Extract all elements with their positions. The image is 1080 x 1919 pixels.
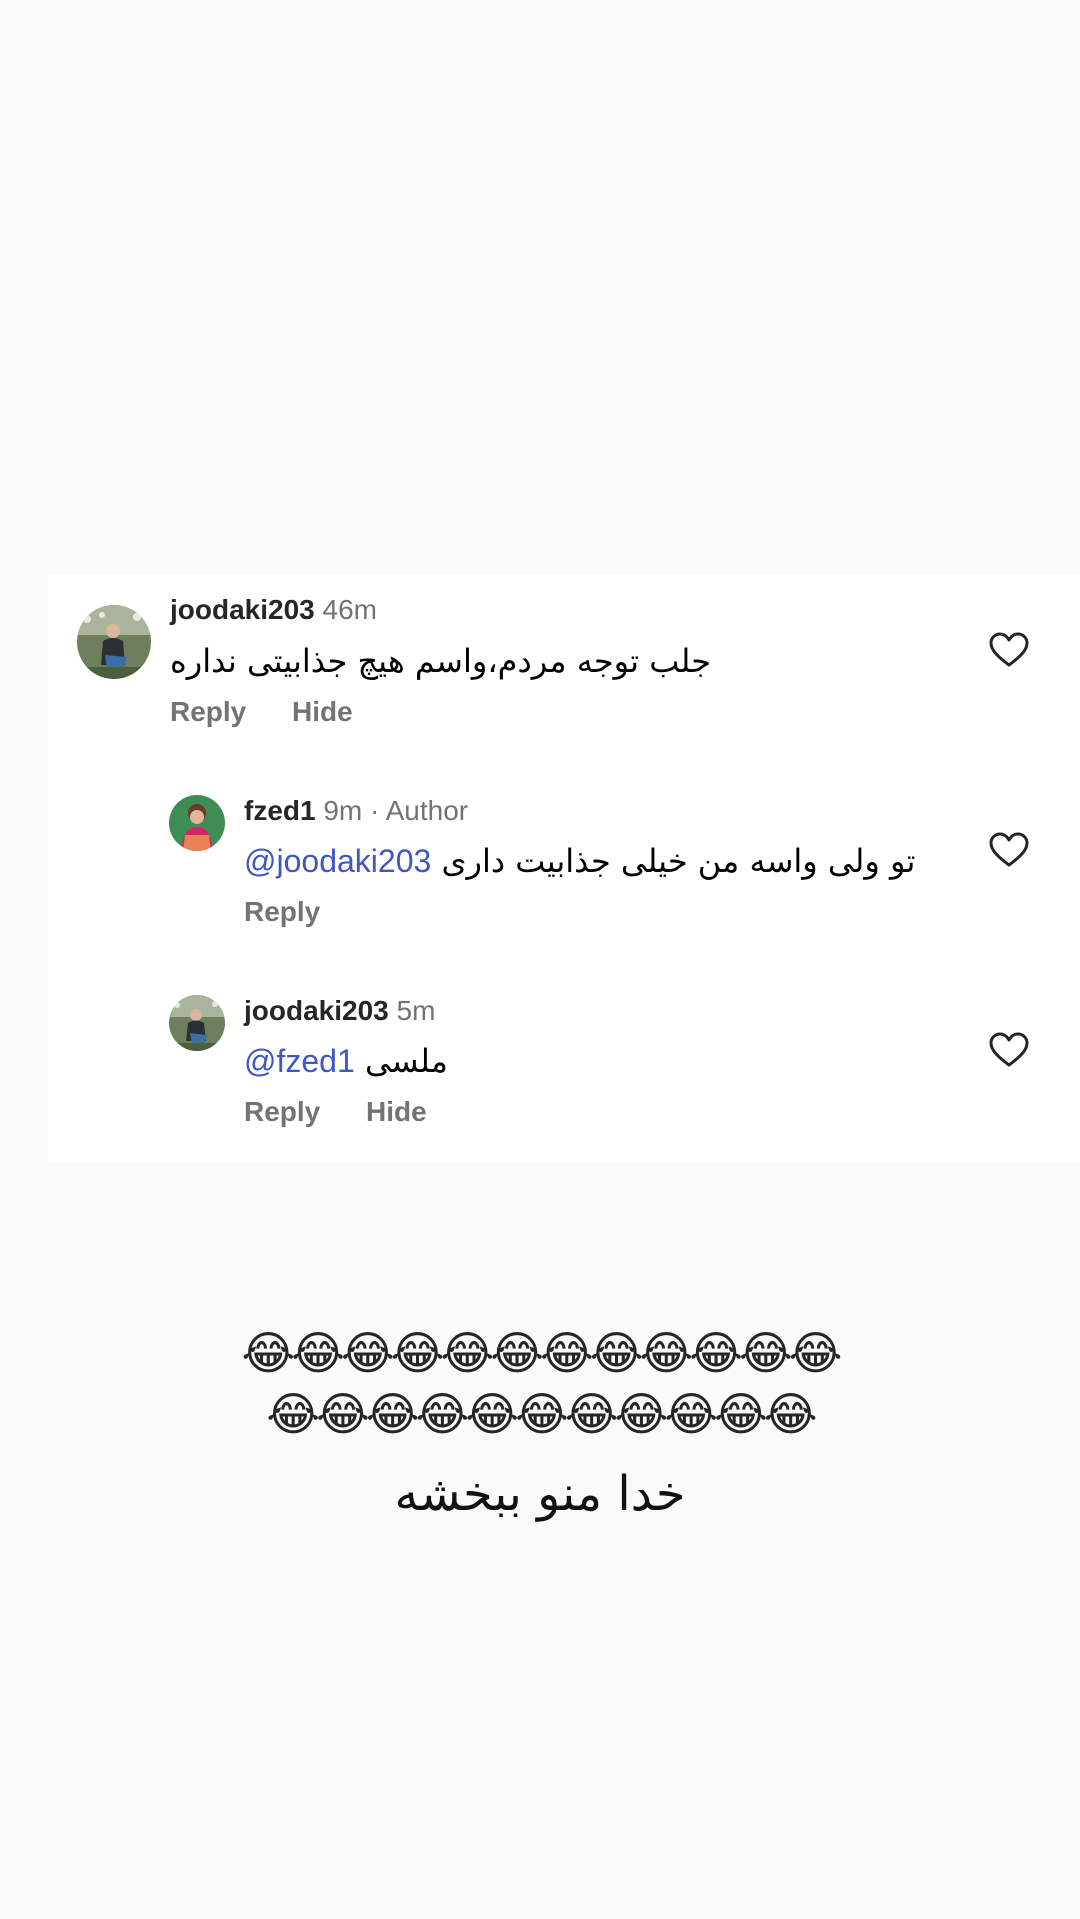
heart-outline-icon [989, 632, 1029, 667]
profile-photo-icon [77, 605, 151, 679]
profile-photo-icon [169, 995, 225, 1051]
username[interactable]: joodaki203 [244, 995, 389, 1026]
username[interactable]: fzed1 [244, 795, 316, 826]
emoji-row: 😂😂😂😂😂😂😂😂😂😂😂😂 [241, 1327, 843, 1379]
like-button[interactable] [989, 832, 1029, 868]
comment-body: جلب توجه مردم،واسم هیچ جذابیتی نداره [170, 642, 712, 680]
reply-button[interactable]: Reply [244, 1095, 320, 1129]
mention-link[interactable]: @joodaki203 [244, 843, 431, 879]
avatar[interactable] [169, 795, 225, 851]
comment-item: fzed1 9m · Author @joodaki203 تو ولی واس… [48, 775, 1080, 955]
comment-header: joodaki203 5m [244, 994, 435, 1028]
author-tag: · Author [370, 795, 469, 826]
comment-actions: Reply Hide [244, 1095, 465, 1129]
comment-header: fzed1 9m · Author [244, 794, 468, 828]
avatar[interactable] [169, 995, 225, 1051]
hide-button[interactable]: Hide [366, 1095, 427, 1129]
reply-button[interactable]: Reply [244, 895, 320, 929]
like-button[interactable] [989, 632, 1029, 668]
heart-outline-icon [989, 1032, 1029, 1067]
story-caption: خدا منو ببخشه [394, 1466, 686, 1522]
comment-actions: Reply [244, 895, 358, 929]
hide-button[interactable]: Hide [292, 695, 353, 729]
heart-outline-icon [989, 832, 1029, 867]
comment-text: @joodaki203 تو ولی واسه من خیلی جذابیت د… [244, 841, 915, 881]
comment-body: ملسی [364, 1042, 448, 1080]
timestamp: 5m [396, 995, 436, 1026]
timestamp: 9m [323, 795, 363, 826]
like-button[interactable] [989, 1032, 1029, 1068]
comment-text: @fzed1 ملسی [244, 1041, 448, 1081]
comment-body: تو ولی واسه من خیلی جذابیت داری [441, 842, 916, 880]
comment-item: joodaki203 46m جلب توجه مردم،واسم هیچ جذ… [48, 575, 1080, 755]
comment-header: joodaki203 46m [170, 593, 377, 627]
timestamp: 46m [322, 594, 377, 625]
comment-actions: Reply Hide [170, 695, 391, 729]
profile-photo-icon [169, 795, 225, 851]
avatar[interactable] [77, 605, 151, 679]
mention-link[interactable]: @fzed1 [244, 1043, 355, 1079]
comments-card: joodaki203 46m جلب توجه مردم،واسم هیچ جذ… [48, 575, 1080, 1162]
comment-text: جلب توجه مردم،واسم هیچ جذابیتی نداره [170, 641, 820, 681]
emoji-row: 😂😂😂😂😂😂😂😂😂😂😂 [266, 1388, 817, 1440]
reply-button[interactable]: Reply [170, 695, 246, 729]
username[interactable]: joodaki203 [170, 594, 315, 625]
comment-item: joodaki203 5m @fzed1 ملسی Reply Hide [48, 975, 1080, 1155]
